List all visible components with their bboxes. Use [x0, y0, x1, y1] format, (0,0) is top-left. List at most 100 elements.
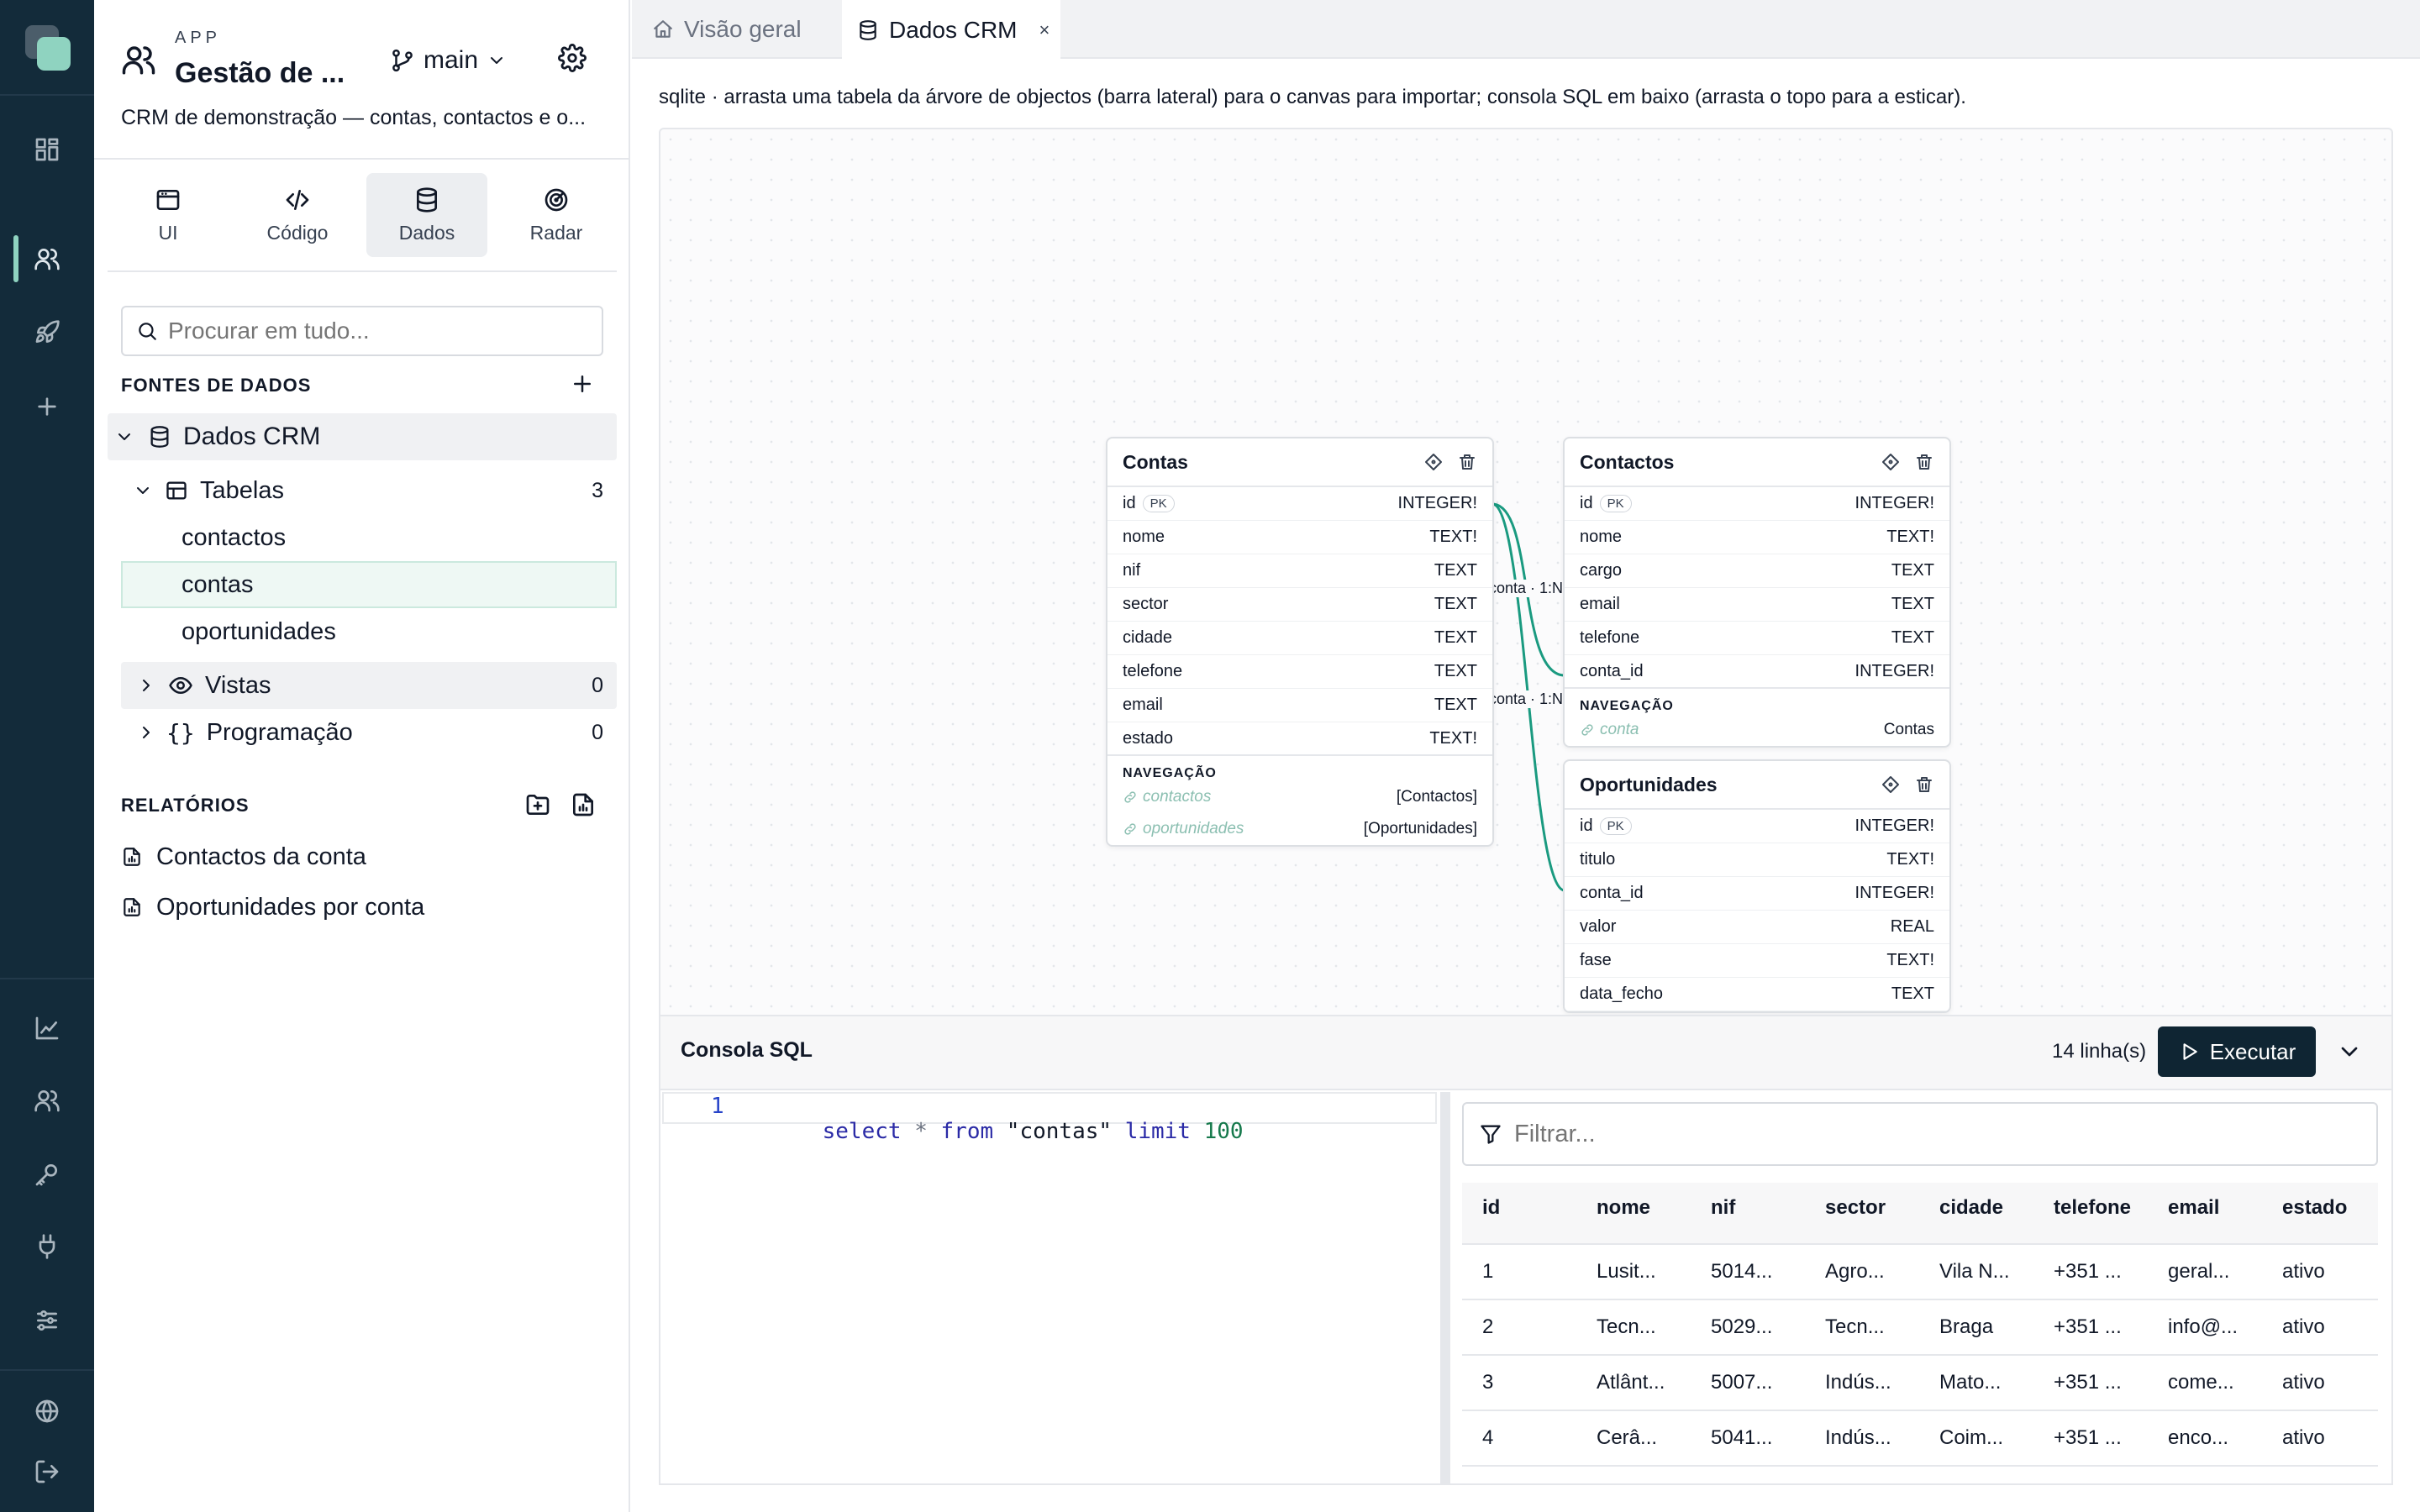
- relation-lines: [1491, 502, 1565, 892]
- column-header[interactable]: sector: [1825, 1196, 1886, 1220]
- filter-box[interactable]: [1462, 1102, 2378, 1166]
- mode-code-label: Código: [266, 221, 329, 244]
- entity-title: Contactos: [1580, 450, 1675, 473]
- report-item[interactable]: Oportunidades por conta: [121, 884, 617, 931]
- column-header[interactable]: estado: [2282, 1196, 2347, 1220]
- views-count: 0: [592, 673, 603, 697]
- splitter[interactable]: [1440, 1092, 1450, 1483]
- field-name: nif: [1123, 561, 1141, 580]
- column-header[interactable]: id: [1482, 1196, 1500, 1220]
- data-sources-title: FONTES DE DADOS: [121, 375, 312, 396]
- pk-badge: PK: [1142, 495, 1175, 512]
- logout-icon[interactable]: [29, 1453, 66, 1490]
- field-name: cidade: [1123, 628, 1172, 647]
- field-row: email TEXT: [1107, 689, 1492, 722]
- search-input[interactable]: [168, 318, 571, 344]
- sql-star: *: [914, 1119, 928, 1144]
- close-icon[interactable]: ×: [1039, 19, 1050, 41]
- entity-header[interactable]: Contactos: [1565, 438, 1949, 487]
- line-number: 1: [711, 1094, 724, 1119]
- play-icon: [2183, 1043, 2197, 1060]
- globe-icon[interactable]: [29, 1393, 66, 1430]
- add-icon[interactable]: [29, 388, 66, 425]
- table-cell: enco...: [2168, 1426, 2229, 1449]
- entity-contas[interactable]: Contas id PK INTEGER! nome TEXT! nif TEXT se…: [1106, 437, 1494, 847]
- entity-oportunidades[interactable]: Oportunidades id PK INTEGER! titulo TEXT! c…: [1563, 759, 1951, 1013]
- key-icon[interactable]: [29, 1156, 66, 1193]
- table-item-contas[interactable]: contas: [121, 561, 617, 608]
- console-title: Consola SQL: [681, 1038, 813, 1062]
- add-datasource-icon[interactable]: [570, 371, 595, 396]
- relation-label: conta · 1:N: [1489, 580, 1564, 597]
- diagram-canvas[interactable]: conta · 1:N conta · 1:N Contas id PK INTEG…: [659, 128, 2393, 1015]
- field-row: valor REAL: [1565, 911, 1949, 944]
- mode-code[interactable]: Código: [237, 173, 358, 257]
- tab-bar: Visão geral Dados CRM ×: [632, 0, 2420, 60]
- database-icon: [417, 186, 437, 213]
- trash-icon[interactable]: [1457, 452, 1477, 472]
- table-item-contactos[interactable]: contactos: [121, 514, 617, 561]
- column-header[interactable]: nome: [1597, 1196, 1650, 1220]
- mode-data-label: Dados: [398, 221, 455, 244]
- field-type: TEXT!: [1429, 728, 1477, 748]
- table-item-oportunidades[interactable]: oportunidades: [121, 608, 617, 655]
- column-header[interactable]: telefone: [2054, 1196, 2131, 1220]
- trash-icon[interactable]: [1914, 774, 1934, 795]
- new-report-folder-icon[interactable]: [524, 791, 551, 818]
- mode-radar[interactable]: Radar: [496, 173, 617, 257]
- field-type: TEXT: [1891, 561, 1934, 580]
- column-header[interactable]: cidade: [1939, 1196, 2003, 1220]
- sql-keyword: select: [822, 1119, 902, 1144]
- report-item[interactable]: Contactos da conta: [121, 833, 617, 880]
- entity-header[interactable]: Contas: [1107, 438, 1492, 487]
- field-row: email TEXT: [1565, 588, 1949, 622]
- app-logo[interactable]: [25, 25, 71, 71]
- table-cell: 4: [1482, 1426, 1494, 1449]
- users-icon[interactable]: [29, 240, 66, 277]
- locate-icon[interactable]: [1423, 452, 1444, 472]
- mode-ui[interactable]: UI: [108, 173, 229, 257]
- field-row: conta_id INTEGER!: [1565, 877, 1949, 911]
- column-header[interactable]: nif: [1711, 1196, 1735, 1220]
- entity-header[interactable]: Oportunidades: [1565, 761, 1949, 810]
- navigation-row[interactable]: contactos [Contactos]: [1107, 781, 1492, 813]
- field-type: INTEGER!: [1397, 494, 1477, 512]
- navigation-row[interactable]: conta Contas: [1565, 714, 1949, 746]
- programming-group[interactable]: {} Programação 0: [121, 709, 617, 756]
- locate-icon[interactable]: [1881, 452, 1901, 472]
- field-row: telefone TEXT: [1107, 655, 1492, 689]
- trash-icon[interactable]: [1914, 452, 1934, 472]
- datasource-row[interactable]: Dados CRM: [108, 413, 617, 460]
- tab-overview[interactable]: Visão geral: [645, 0, 855, 59]
- entity-contactos[interactable]: Contactos id PK INTEGER! nome TEXT! cargo TE…: [1563, 437, 1951, 748]
- team-icon[interactable]: [29, 1082, 66, 1119]
- analytics-icon[interactable]: [29, 1010, 66, 1047]
- sql-editor[interactable]: 1 select * from "contas" limit 100: [662, 1092, 1437, 1483]
- mode-data[interactable]: Dados: [366, 173, 487, 257]
- report-label: Contactos da conta: [156, 843, 366, 870]
- new-report-icon[interactable]: [570, 791, 597, 818]
- sliders-icon[interactable]: [29, 1302, 66, 1339]
- run-button[interactable]: Executar: [2158, 1026, 2316, 1077]
- column-header[interactable]: email: [2168, 1196, 2219, 1220]
- tables-group[interactable]: Tabelas 3: [133, 467, 617, 514]
- tab-overview-label: Visão geral: [684, 16, 802, 42]
- chevron-down-icon: [137, 487, 149, 494]
- collapse-console-icon[interactable]: [2336, 1038, 2363, 1065]
- row-count: 14 linha(s): [2052, 1040, 2147, 1063]
- field-name: data_fecho: [1580, 984, 1663, 1003]
- filter-input[interactable]: [1514, 1120, 2354, 1148]
- field-type: TEXT!: [1886, 951, 1934, 969]
- locate-icon[interactable]: [1881, 774, 1901, 795]
- tab-dados-crm[interactable]: Dados CRM ×: [842, 0, 1060, 60]
- settings-gear-icon[interactable]: [558, 44, 587, 72]
- plug-icon[interactable]: [29, 1228, 66, 1265]
- navigation-row[interactable]: oportunidades [Oportunidades]: [1107, 813, 1492, 845]
- dashboard-icon[interactable]: [29, 131, 66, 168]
- views-group[interactable]: Vistas 0: [121, 662, 617, 709]
- search-box[interactable]: [121, 306, 603, 356]
- rocket-icon[interactable]: [29, 314, 66, 351]
- home-icon: [654, 20, 672, 38]
- table-item-label: contas: [182, 570, 254, 598]
- branch-selector[interactable]: main: [390, 44, 507, 77]
